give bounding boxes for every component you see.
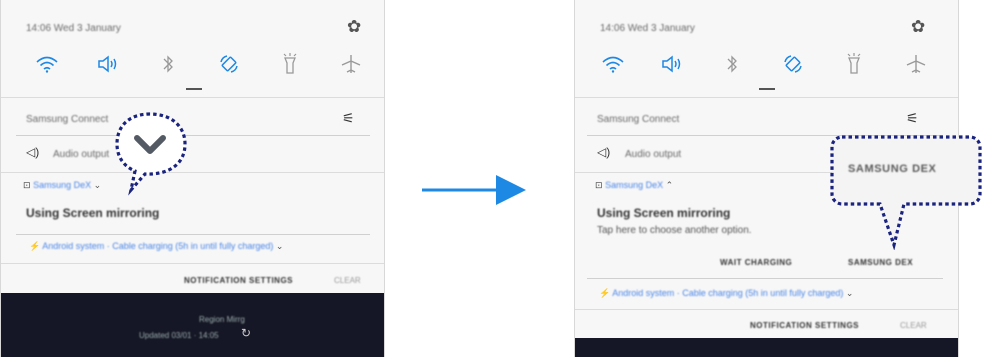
chevron-callout xyxy=(115,112,187,196)
auto-rotate-icon[interactable] xyxy=(215,50,243,78)
clear-button[interactable]: CLEAR xyxy=(334,276,361,285)
bluetooth-icon[interactable] xyxy=(154,50,182,78)
sound-icon[interactable] xyxy=(94,50,122,78)
notification-subtext[interactable]: Tap here to choose another option. xyxy=(597,225,752,236)
divider xyxy=(575,97,958,98)
samsung-dex-callout-label: SAMSUNG DEX xyxy=(848,163,937,175)
flashlight-icon[interactable] xyxy=(840,50,868,78)
samsung-dex-button[interactable]: SAMSUNG DEX xyxy=(848,258,913,267)
wifi-icon[interactable] xyxy=(599,50,627,78)
divider xyxy=(587,278,943,279)
audio-output-label[interactable]: Audio output xyxy=(625,149,681,160)
quick-settings-row xyxy=(1,50,384,80)
charging-icon: ⚡ xyxy=(29,241,41,251)
wait-charging-button[interactable]: WAIT CHARGING xyxy=(720,258,792,267)
notification-settings-button[interactable]: NOTIFICATION SETTINGS xyxy=(750,321,859,330)
connect-settings-icon[interactable]: ⚟ xyxy=(906,110,919,127)
notification-title[interactable]: Using Screen mirroring xyxy=(26,206,159,220)
samsung-dex-callout xyxy=(830,135,982,250)
quick-settings-row xyxy=(575,50,958,80)
divider xyxy=(575,309,958,310)
samsung-connect-label[interactable]: Samsung Connect xyxy=(597,114,679,125)
divider xyxy=(1,97,384,98)
dark-background xyxy=(575,338,958,357)
gear-icon[interactable]: ✿ xyxy=(347,17,361,37)
notification-title[interactable]: Using Screen mirroring xyxy=(597,206,730,220)
notification-app-header[interactable]: ⊡ Samsung DeX ⌄ xyxy=(23,180,101,191)
app-name: Samsung DeX xyxy=(605,180,664,190)
dex-app-icon: ⊡ xyxy=(23,180,31,190)
region-text: Region Mirrg xyxy=(199,315,245,324)
connect-settings-icon[interactable]: ⚟ xyxy=(342,110,355,127)
samsung-connect-label[interactable]: Samsung Connect xyxy=(26,114,108,125)
status-time: 14:06 Wed 3 January xyxy=(26,23,121,34)
drag-handle[interactable] xyxy=(186,88,202,90)
updated-text: Updated 03/01 · 14:05 xyxy=(139,331,219,340)
chevron-down-icon[interactable]: ⌄ xyxy=(846,288,854,298)
chevron-down-icon[interactable]: ⌄ xyxy=(94,180,102,190)
wifi-icon[interactable] xyxy=(33,50,61,78)
dex-app-icon: ⊡ xyxy=(595,180,603,190)
notification-app-header[interactable]: ⊡ Samsung DeX ⌃ xyxy=(595,180,673,191)
auto-rotate-icon[interactable] xyxy=(779,50,807,78)
app-name: Samsung DeX xyxy=(33,180,92,190)
flashlight-icon[interactable] xyxy=(276,50,304,78)
notification-settings-button[interactable]: NOTIFICATION SETTINGS xyxy=(184,276,293,285)
refresh-icon[interactable]: ↻ xyxy=(241,326,251,340)
charging-icon: ⚡ xyxy=(599,288,611,298)
divider xyxy=(1,263,384,264)
charging-text: Android system · Cable charging (5h in u… xyxy=(42,241,274,251)
airplane-mode-icon[interactable] xyxy=(902,50,930,78)
dark-background: Region Mirrg Updated 03/01 · 14:05 ↻ xyxy=(1,293,384,357)
charging-notification[interactable]: ⚡ Android system · Cable charging (5h in… xyxy=(29,241,283,252)
charging-text: Android system · Cable charging (5h in u… xyxy=(612,288,844,298)
sound-icon[interactable] xyxy=(658,50,686,78)
charging-notification[interactable]: ⚡ Android system · Cable charging (5h in… xyxy=(599,288,853,299)
divider xyxy=(16,234,370,235)
right-arrow-icon xyxy=(422,175,526,205)
bluetooth-icon[interactable] xyxy=(718,50,746,78)
airplane-mode-icon[interactable] xyxy=(337,50,365,78)
drag-handle[interactable] xyxy=(759,88,775,90)
gear-icon[interactable]: ✿ xyxy=(911,17,925,37)
chevron-down-icon[interactable]: ⌄ xyxy=(276,241,284,251)
audio-output-icon: ◁) xyxy=(597,145,611,159)
status-time: 14:06 Wed 3 January xyxy=(600,23,695,34)
audio-output-icon: ◁) xyxy=(26,145,40,159)
clear-button[interactable]: CLEAR xyxy=(900,321,927,330)
audio-output-label[interactable]: Audio output xyxy=(53,149,109,160)
chevron-up-icon[interactable]: ⌃ xyxy=(666,180,674,190)
